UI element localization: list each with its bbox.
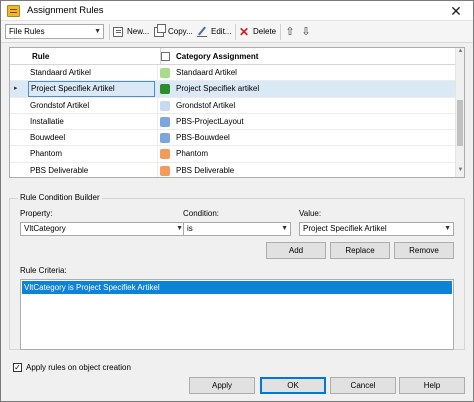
rule-name-cell[interactable]: Project Specifiek Artikel: [28, 81, 155, 98]
grid-header: Rule Category Assignment: [10, 48, 456, 65]
column-divider: [157, 130, 158, 147]
category-assignment-cell[interactable]: Project Specifiek artikel: [176, 81, 259, 97]
rule-condition-builder-group: Rule Condition Builder Property: VltCate…: [9, 193, 465, 350]
rule-criteria-list[interactable]: VltCategory is Project Specifiek Artikel: [20, 279, 454, 350]
scrollbar-thumb[interactable]: [457, 100, 463, 146]
value-value: Project Specifiek Artikel: [303, 224, 387, 233]
category-assignment-cell[interactable]: Phantom: [176, 146, 208, 162]
add-condition-button[interactable]: Add: [266, 242, 326, 259]
table-row[interactable]: PBS Deliverable PBS Deliverable: [10, 162, 456, 177]
category-color-swatch: [160, 116, 170, 127]
title-bar: Assignment Rules ✕: [1, 1, 473, 21]
grid-vertical-scrollbar[interactable]: ▲ ▼: [455, 48, 464, 177]
rule-name-cell[interactable]: Grondstof Artikel: [28, 98, 155, 114]
cancel-button[interactable]: Cancel: [330, 377, 396, 394]
move-up-button[interactable]: ⇧: [283, 24, 297, 40]
scroll-down-icon[interactable]: ▼: [456, 167, 464, 177]
criteria-list-item[interactable]: VltCategory is Project Specifiek Artikel: [22, 281, 452, 294]
category-assignment-cell[interactable]: Grondstof Artikel: [176, 98, 235, 114]
pencil-icon: [197, 27, 207, 37]
column-divider: [157, 65, 158, 81]
column-divider: [157, 81, 158, 98]
table-row[interactable]: Bouwdeel PBS-Bouwdeel: [10, 130, 456, 147]
select-all-checkbox[interactable]: [161, 52, 170, 61]
scroll-up-icon[interactable]: ▲: [456, 48, 464, 58]
column-divider: [157, 162, 158, 177]
move-down-button[interactable]: ⇩: [299, 24, 313, 40]
assignment-rules-app-icon: [7, 5, 20, 17]
edit-rule-button[interactable]: Edit...: [197, 24, 231, 40]
column-divider: [157, 113, 158, 130]
grid-rows: Standaard Artikel Standaard Artikel ▸ Proje…: [10, 65, 456, 177]
category-color-swatch: [160, 100, 170, 111]
replace-condition-button[interactable]: Replace: [330, 242, 390, 259]
category-assignment-cell[interactable]: Standaard Artikel: [176, 65, 237, 81]
copy-rule-label: Copy...: [168, 27, 193, 36]
toolbar-separator: [280, 24, 281, 40]
delete-rule-button[interactable]: ✕ Delete: [239, 24, 276, 40]
rule-type-select[interactable]: File Rules ▼: [5, 24, 104, 39]
condition-select[interactable]: is ▼: [183, 222, 291, 236]
property-label: Property:: [20, 209, 53, 218]
new-document-icon: [113, 27, 123, 37]
column-divider: [157, 97, 158, 114]
apply-on-creation-label: Apply rules on object creation: [26, 363, 131, 372]
row-indicator-icon: ▸: [14, 85, 18, 93]
edit-rule-label: Edit...: [211, 27, 232, 36]
column-header-category[interactable]: Category Assignment: [176, 52, 258, 61]
category-assignment-cell[interactable]: PBS-Bouwdeel: [176, 130, 230, 146]
close-window-button[interactable]: ✕: [443, 2, 469, 20]
remove-condition-button[interactable]: Remove: [394, 242, 454, 259]
apply-button[interactable]: Apply: [189, 377, 255, 394]
assignment-rules-dialog: Assignment Rules ✕ File Rules ▼ New... C…: [0, 0, 474, 402]
condition-label: Condition:: [183, 209, 220, 218]
rule-name-cell[interactable]: Bouwdeel: [28, 130, 155, 146]
category-assignment-cell[interactable]: PBS Deliverable: [176, 163, 234, 177]
table-row[interactable]: Standaard Artikel Standaard Artikel: [10, 65, 456, 82]
delete-rule-label: Delete: [253, 27, 277, 36]
copy-rule-button[interactable]: Copy...: [154, 24, 193, 40]
apply-on-creation-checkbox[interactable]: ✓: [13, 363, 22, 372]
category-color-swatch: [160, 149, 170, 160]
chevron-down-icon: ▼: [94, 28, 101, 35]
category-assignment-cell[interactable]: PBS-ProjectLayout: [176, 114, 244, 130]
new-rule-button[interactable]: New...: [113, 24, 149, 40]
category-color-swatch: [160, 84, 170, 95]
table-row[interactable]: Phantom Phantom: [10, 146, 456, 163]
chevron-down-icon: ▼: [444, 225, 451, 232]
chevron-down-icon: ▼: [176, 225, 183, 232]
table-row[interactable]: Grondstof Artikel Grondstof Artikel: [10, 97, 456, 114]
rule-criteria-label: Rule Criteria:: [20, 266, 67, 275]
category-color-swatch: [160, 68, 170, 78]
column-header-rule[interactable]: Rule: [32, 52, 49, 61]
chevron-down-icon: ▼: [281, 225, 288, 232]
rule-name-cell[interactable]: Standaard Artikel: [28, 65, 155, 81]
property-select[interactable]: VltCategory ▼: [20, 222, 186, 236]
value-label: Value:: [299, 209, 322, 218]
condition-value: is: [187, 224, 193, 233]
window-title: Assignment Rules: [27, 5, 104, 16]
rule-name-cell[interactable]: PBS Deliverable: [28, 163, 155, 177]
rule-type-value: File Rules: [9, 27, 45, 36]
rule-name-cell[interactable]: Phantom: [28, 146, 155, 162]
toolbar-separator: [235, 24, 236, 40]
toolbar-separator: [109, 24, 110, 40]
value-select[interactable]: Project Specifiek Artikel ▼: [299, 222, 454, 236]
table-row[interactable]: Installatie PBS-ProjectLayout: [10, 113, 456, 131]
rules-grid[interactable]: Rule Category Assignment Standaard Artik…: [9, 47, 465, 178]
group-title: Rule Condition Builder: [18, 193, 102, 202]
ok-button[interactable]: OK: [260, 377, 326, 394]
property-value: VltCategory: [24, 224, 66, 233]
delete-x-icon: ✕: [239, 25, 250, 39]
rule-name-cell[interactable]: Installatie: [28, 114, 155, 130]
toolbar: File Rules ▼ New... Copy... Edit... ✕ De…: [1, 21, 473, 43]
help-button[interactable]: Help: [399, 377, 465, 394]
column-divider: [157, 146, 158, 163]
category-color-swatch: [160, 165, 170, 176]
table-row[interactable]: ▸ Project Specifiek Artikel Project Specif…: [10, 81, 456, 98]
new-rule-label: New...: [127, 27, 150, 36]
category-color-swatch: [160, 133, 170, 144]
copy-icon: [154, 24, 166, 37]
